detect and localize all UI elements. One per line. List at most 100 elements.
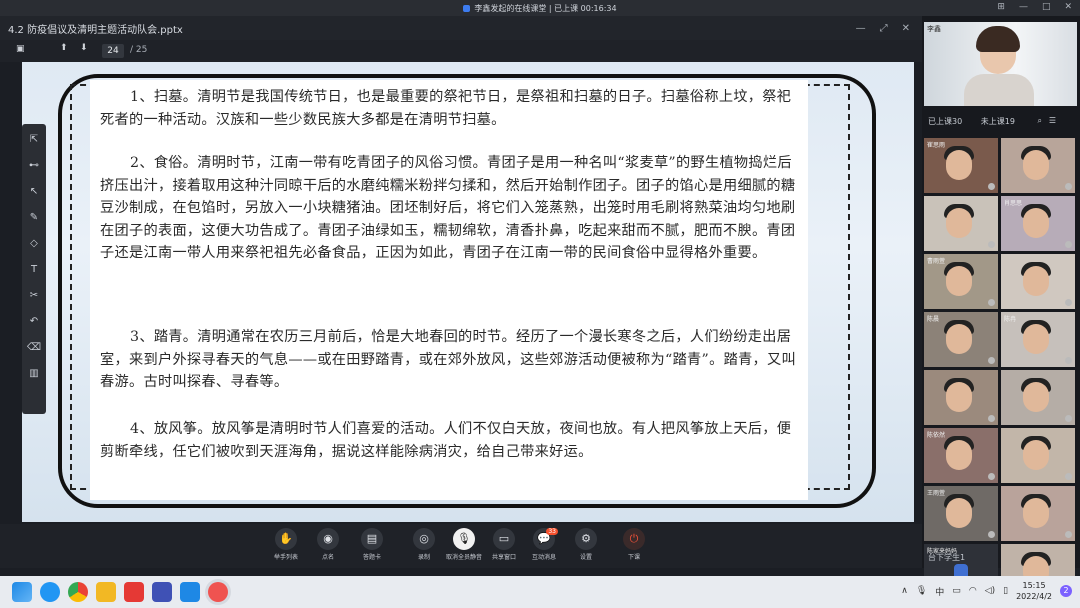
media-player-icon[interactable] (152, 582, 172, 602)
document-window-controls: — ⤢ ✕ (856, 23, 910, 34)
student-tile[interactable]: 肖思思 (1001, 196, 1075, 251)
interaction-messages-button[interactable]: 💬 33 互动消息 (524, 528, 564, 561)
keyboard-icon[interactable]: ▭ (952, 586, 961, 596)
scissors-icon[interactable]: ✂ (25, 286, 43, 304)
student-tile[interactable]: 曹雨萱 (924, 254, 998, 309)
folder-icon[interactable] (96, 582, 116, 602)
student-tile[interactable]: 崔思雨 (924, 138, 998, 193)
student-tile[interactable] (1001, 486, 1075, 541)
classroom-app-icon[interactable] (208, 582, 228, 602)
button-label: 互动消息 (531, 554, 556, 561)
doc-minimize-icon[interactable]: — (856, 23, 866, 34)
ime-indicator[interactable]: 中 (935, 585, 944, 598)
clock-date: 2022/4/2 (1016, 592, 1052, 601)
screen-icon: ▭ (493, 528, 515, 550)
wifi-icon[interactable]: ◠ (969, 586, 977, 596)
student-tile[interactable] (924, 196, 998, 251)
class-icon (463, 4, 471, 12)
power-icon: ⏻ (623, 528, 645, 550)
button-label: 答题卡 (362, 554, 381, 561)
doc-expand-icon[interactable]: ⤢ (880, 23, 888, 34)
session-title: 李鑫发起的在线课堂 | 已上课 00:16:34 (474, 3, 617, 13)
clock[interactable]: 15:15 2022/4/2 (1016, 580, 1052, 602)
student-tile[interactable]: 陈依然 (924, 428, 998, 483)
pin-icon[interactable]: ⊞ (997, 2, 1005, 12)
browser-icon[interactable] (40, 582, 60, 602)
minimize-icon[interactable]: — (1019, 2, 1028, 12)
message-count-badge: 33 (546, 528, 558, 535)
clock-time: 15:15 (1022, 581, 1046, 590)
app-icon[interactable] (180, 582, 200, 602)
window-controls: ⊞ — □ ✕ (997, 2, 1072, 12)
offstage-students-label[interactable]: 台下学生1 (928, 552, 965, 563)
prev-page-icon[interactable]: ⬆ (60, 43, 68, 53)
doc-close-icon[interactable]: ✕ (902, 23, 910, 34)
next-page-icon[interactable]: ⬇ (80, 43, 88, 53)
button-label: 举手列表 (273, 554, 298, 561)
student-tile[interactable] (924, 370, 998, 425)
button-label: 录制 (417, 554, 430, 561)
record-button[interactable]: ◎ 录制 (404, 528, 444, 561)
student-tile[interactable] (1001, 254, 1075, 309)
eraser-icon[interactable]: ⌫ (25, 338, 43, 356)
gear-icon: ⚙ (575, 528, 597, 550)
exit-icon[interactable]: ⇱ (25, 130, 43, 148)
toolbox-icon[interactable]: ▥ (25, 364, 43, 382)
windows-start-icon[interactable] (12, 582, 32, 602)
page-total: / 25 (130, 45, 148, 55)
student-tile[interactable]: 王雨萱 (924, 486, 998, 541)
speaker-icon[interactable]: ◁) (985, 586, 995, 596)
record-icon: ◎ (413, 528, 435, 550)
chrome-icon[interactable] (68, 582, 88, 602)
sidebar-toggle-icon[interactable]: ▣ (16, 44, 25, 54)
more-icon[interactable]: ☰ (1049, 116, 1056, 125)
student-tile[interactable]: 陈冉 (1001, 312, 1075, 367)
button-label: 下课 (627, 554, 640, 561)
teacher-name: 李鑫 (927, 25, 941, 33)
maximize-icon[interactable]: □ (1042, 2, 1051, 12)
participant-tabs: 已上课30 未上课19 ⌕ ☰ (928, 116, 1074, 132)
tab-joined[interactable]: 已上课30 (928, 117, 962, 126)
teacher-video[interactable]: 李鑫 (924, 22, 1077, 106)
student-tile[interactable] (1001, 428, 1075, 483)
page-number-input[interactable]: 24 (102, 44, 124, 58)
battery-icon[interactable]: ▯ (1003, 586, 1008, 596)
microphone-tray-icon[interactable]: 🎙 (916, 586, 927, 596)
tab-not-joined[interactable]: 未上课19 (981, 117, 1015, 126)
end-class-button[interactable]: ⏻ 下课 (614, 528, 654, 561)
microphone-icon: 🎙 (453, 528, 475, 550)
raise-hand-list-button[interactable]: ✋ 举手列表 (266, 528, 306, 561)
annotation-toolbar: ⇱ ⊷ ↖ ✎ ◇ T ✂ ↶ ⌫ ▥ (22, 124, 46, 414)
student-tile[interactable] (1001, 370, 1075, 425)
slide-canvas: 1、扫墓。清明节是我国传统节日，也是最重要的祭祀节日，是祭祖和扫墓的日子。扫墓俗… (22, 62, 914, 522)
button-label: 设置 (579, 554, 592, 561)
pen-icon[interactable]: ✎ (25, 208, 43, 226)
document-title: 4.2 防疫倡议及清明主题活动队会.pptx (8, 24, 183, 36)
pointer-icon[interactable]: ↖ (25, 182, 43, 200)
roll-call-button[interactable]: ◉ 点名 (308, 528, 348, 561)
close-icon[interactable]: ✕ (1064, 2, 1072, 12)
hand-icon: ✋ (275, 528, 297, 550)
settings-button[interactable]: ⚙ 设置 (566, 528, 606, 561)
search-icon[interactable]: ⌕ (1038, 116, 1042, 126)
student-tile[interactable] (1001, 138, 1075, 193)
paragraph-food-customs: 2、食俗。清明时节，江南一带有吃青团子的风俗习惯。青团子是用一种名叫“浆麦草”的… (100, 155, 796, 261)
participant-panel: 李鑫 已上课30 未上课19 ⌕ ☰ 崔思雨 肖思思 曹雨萱 陈晨 陈冉 陈依然… (922, 16, 1080, 599)
text-icon[interactable]: T (25, 260, 43, 278)
class-control-bar: ✋ 举手列表 ◉ 点名 ▤ 答题卡 ◎ 录制 🎙 取消全员静音 ▭ 共享窗口 💬… (0, 524, 922, 568)
button-label: 共享窗口 (491, 554, 516, 561)
shape-icon[interactable]: ◇ (25, 234, 43, 252)
laser-icon[interactable]: ⊷ (25, 156, 43, 174)
chevron-up-icon[interactable]: ∧ (901, 586, 908, 596)
unmute-all-button[interactable]: 🎙 取消全员静音 (444, 528, 484, 561)
system-tray: ∧ 🎙 中 ▭ ◠ ◁) ▯ 15:15 2022/4/2 2 (901, 580, 1072, 602)
share-window-button[interactable]: ▭ 共享窗口 (484, 528, 524, 561)
card-icon: ▤ (361, 528, 383, 550)
undo-icon[interactable]: ↶ (25, 312, 43, 330)
wps-icon[interactable] (124, 582, 144, 602)
answer-card-button[interactable]: ▤ 答题卡 (352, 528, 392, 561)
button-label: 点名 (321, 554, 334, 561)
student-tile[interactable]: 陈晨 (924, 312, 998, 367)
notification-badge[interactable]: 2 (1060, 585, 1072, 597)
location-icon: ◉ (317, 528, 339, 550)
